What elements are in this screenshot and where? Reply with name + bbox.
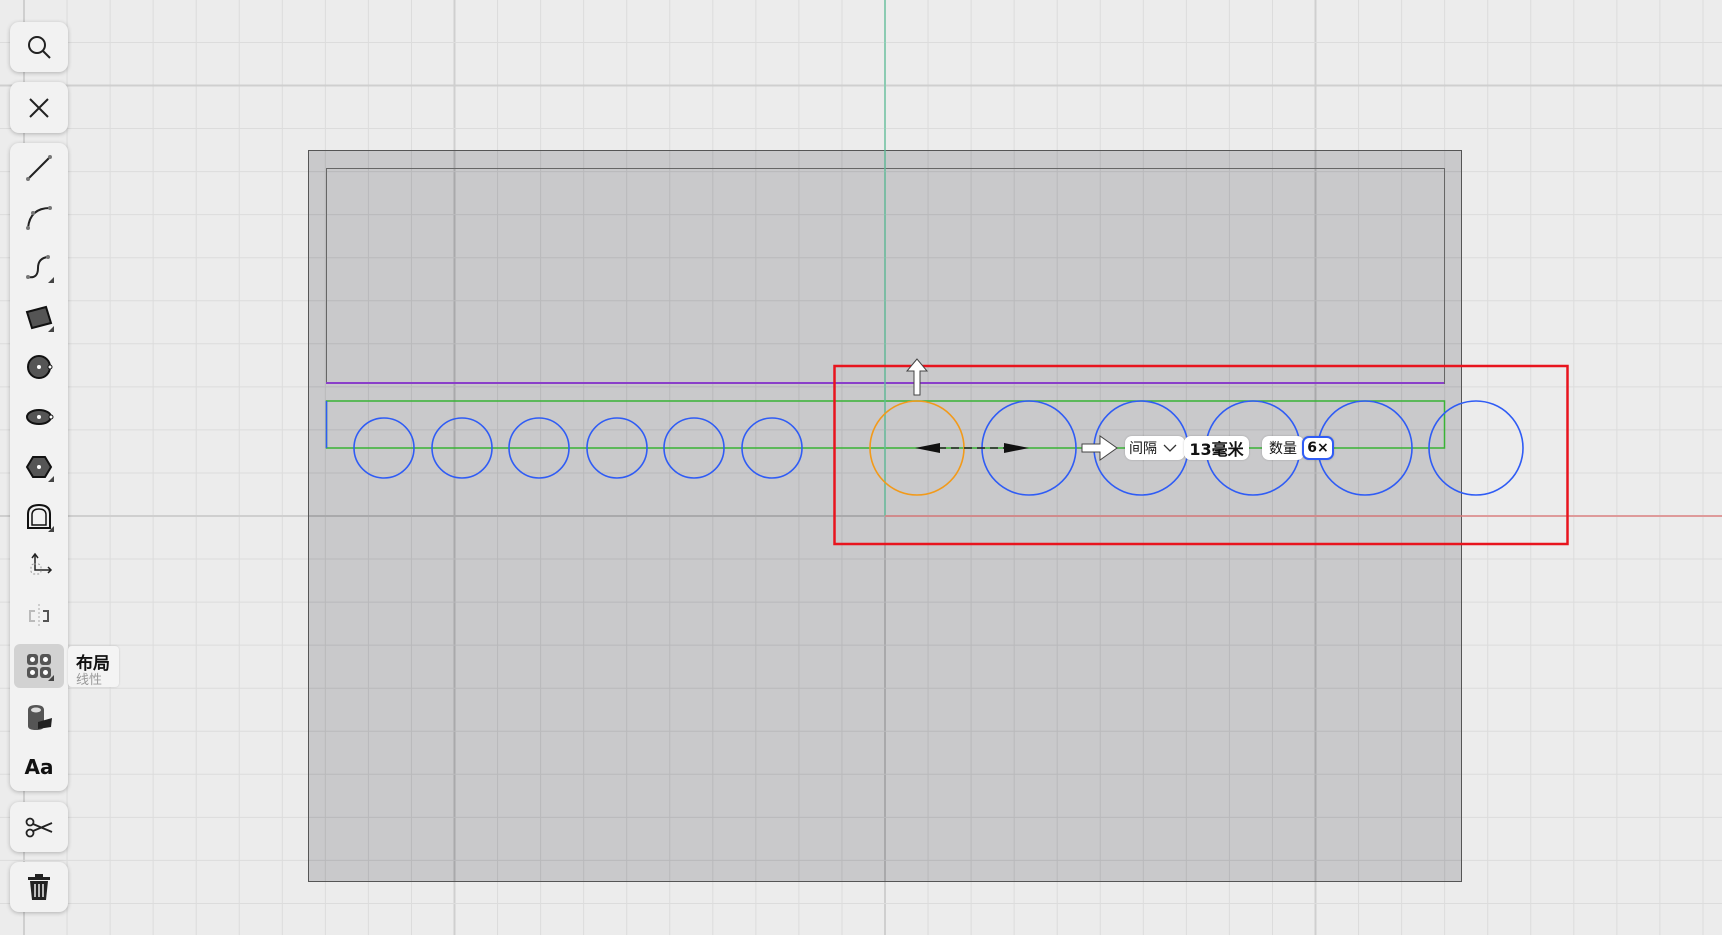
trash-icon: [10, 865, 68, 909]
text-icon: Aa: [24, 755, 54, 779]
spline-icon: [26, 255, 54, 283]
rectangle-icon: [25, 305, 54, 332]
layout-tool[interactable]: [14, 644, 64, 688]
ellipse-icon: [26, 409, 54, 425]
text-tool[interactable]: Aa: [10, 745, 68, 789]
close-button[interactable]: [10, 82, 68, 133]
arc-icon: [26, 206, 52, 230]
circle-icon: [27, 355, 53, 379]
count-label-pill: 数量: [1262, 436, 1304, 460]
arc-tool[interactable]: [10, 195, 68, 239]
mirror-tool[interactable]: [10, 594, 68, 638]
polygon-tool[interactable]: [10, 445, 68, 489]
shape-icon: [27, 503, 54, 532]
circle-tool[interactable]: [10, 345, 68, 389]
mirror-icon: [29, 604, 49, 628]
spacing-value: 13毫米: [1189, 440, 1244, 459]
fill-tool[interactable]: [10, 695, 68, 739]
shape-tool[interactable]: [10, 495, 68, 539]
move-icon: [30, 552, 53, 575]
layout-mode-dropdown[interactable]: 间隔: [1125, 436, 1185, 460]
fill-icon: [28, 705, 52, 730]
search-icon: [10, 25, 68, 69]
line-tool[interactable]: [10, 146, 68, 190]
move-tool[interactable]: [10, 543, 68, 587]
count-label: 数量: [1269, 441, 1297, 457]
tool-group: Aa: [10, 143, 68, 791]
scissors-button[interactable]: [10, 802, 68, 852]
design-canvas[interactable]: [0, 0, 1722, 935]
polygon-icon: [25, 456, 54, 482]
scissors-icon: [10, 805, 68, 849]
count-input[interactable]: 6×: [1302, 436, 1334, 460]
chevron-down-icon: [1163, 444, 1177, 452]
spacing-input[interactable]: 13毫米: [1184, 436, 1249, 460]
spline-tool[interactable]: [10, 246, 68, 290]
ellipse-tool[interactable]: [10, 395, 68, 439]
layout-tooltip: 布局 线性: [68, 646, 119, 688]
tooltip-subtitle: 线性: [76, 673, 103, 688]
count-value: 6×: [1307, 440, 1329, 456]
rectangle-tool[interactable]: [10, 295, 68, 339]
trash-button[interactable]: [10, 862, 68, 912]
line-icon: [26, 155, 52, 181]
search-button[interactable]: [10, 22, 68, 72]
mode-label: 间隔: [1129, 441, 1157, 457]
close-icon: [10, 86, 68, 130]
layout-icon: [27, 654, 54, 681]
